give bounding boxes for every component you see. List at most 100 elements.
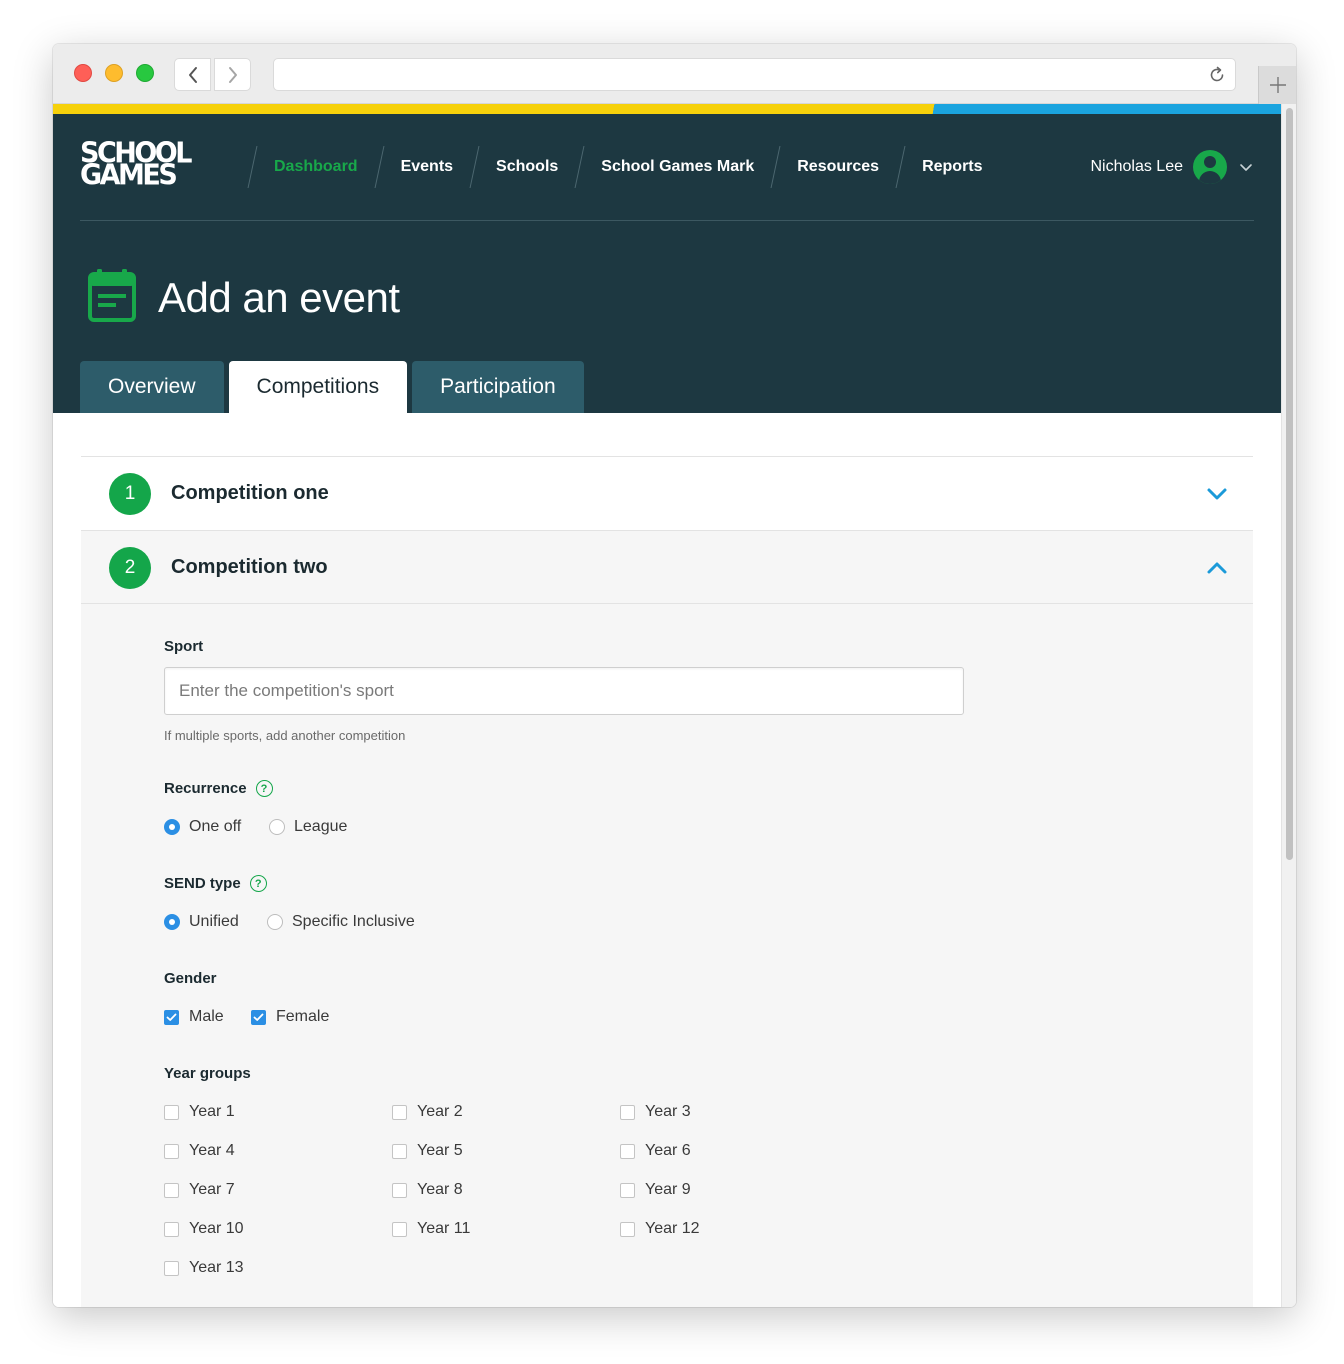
user-name: Nicholas Lee bbox=[1090, 158, 1184, 175]
year-3-checkbox[interactable]: Year 3 bbox=[620, 1103, 691, 1121]
nav-link-dashboard[interactable]: Dashboard bbox=[274, 158, 358, 176]
sport-label: Sport bbox=[164, 638, 204, 655]
nav-item-schools: Schools bbox=[453, 146, 558, 188]
nav-divider bbox=[469, 146, 480, 188]
page-title: Add an event bbox=[158, 274, 400, 321]
competition-two-form: Sport If multiple sports, add another co… bbox=[81, 604, 1253, 1307]
nav-item-events: Events bbox=[358, 146, 453, 188]
radio-button bbox=[269, 819, 285, 835]
radio-button bbox=[267, 914, 283, 930]
year-6-checkbox[interactable]: Year 6 bbox=[620, 1142, 691, 1160]
year-12-checkbox[interactable]: Year 12 bbox=[620, 1220, 700, 1238]
calendar-icon bbox=[88, 269, 136, 322]
competition-two-header[interactable]: 2 Competition two bbox=[81, 530, 1253, 604]
gender-female-checkbox[interactable]: Female bbox=[251, 1008, 329, 1026]
checkbox bbox=[164, 1104, 179, 1120]
nav-item-reports: Reports bbox=[879, 146, 983, 188]
year-4-checkbox[interactable]: Year 4 bbox=[164, 1142, 235, 1160]
chevron-down-icon[interactable] bbox=[1206, 485, 1228, 503]
radio-button bbox=[164, 819, 180, 835]
year-5-checkbox[interactable]: Year 5 bbox=[392, 1142, 463, 1160]
nav-link-school-games-mark[interactable]: School Games Mark bbox=[601, 158, 754, 176]
checkbox bbox=[164, 1182, 179, 1198]
browser-toolbar bbox=[53, 44, 1296, 104]
nav-divider bbox=[247, 146, 258, 188]
year-11-checkbox[interactable]: Year 11 bbox=[392, 1220, 470, 1238]
chevron-up-icon[interactable] bbox=[1206, 559, 1228, 577]
year-1-checkbox[interactable]: Year 1 bbox=[164, 1103, 235, 1121]
browser-forward-button[interactable] bbox=[214, 58, 251, 91]
recurrence-one-off-radio[interactable]: One off bbox=[164, 818, 241, 836]
sport-input[interactable] bbox=[164, 667, 964, 715]
checkmark-icon bbox=[166, 1013, 177, 1021]
checkbox bbox=[620, 1104, 635, 1120]
chevron-right-icon bbox=[228, 66, 237, 83]
user-menu[interactable]: Nicholas Lee bbox=[1091, 150, 1254, 184]
address-bar[interactable] bbox=[273, 58, 1236, 91]
recurrence-league-radio[interactable]: League bbox=[269, 818, 347, 836]
header-divider bbox=[80, 220, 1254, 221]
browser-window: SCHOOL GAMES Dashboard Events Schools Sc… bbox=[53, 44, 1296, 1307]
sport-hint: If multiple sports, add another competit… bbox=[164, 728, 406, 743]
nav-divider bbox=[770, 146, 781, 188]
gender-label: Gender bbox=[164, 970, 217, 987]
year-13-checkbox[interactable]: Year 13 bbox=[164, 1259, 244, 1277]
school-games-logo[interactable]: SCHOOL GAMES bbox=[80, 139, 200, 196]
send-type-unified-radio[interactable]: Unified bbox=[164, 913, 239, 931]
checkbox bbox=[164, 1260, 179, 1276]
checkmark-icon bbox=[253, 1013, 264, 1021]
chevron-left-icon bbox=[188, 66, 197, 83]
year-9-checkbox[interactable]: Year 9 bbox=[620, 1181, 691, 1199]
competition-number-badge: 1 bbox=[109, 473, 151, 515]
checkbox bbox=[620, 1182, 635, 1198]
nav-item-resources: Resources bbox=[754, 146, 879, 188]
page-content: SCHOOL GAMES Dashboard Events Schools Sc… bbox=[53, 114, 1281, 1307]
checkbox bbox=[164, 1221, 179, 1237]
recurrence-label: Recurrence ? bbox=[164, 780, 273, 797]
nav-item-dashboard: Dashboard bbox=[231, 146, 358, 188]
nav-link-schools[interactable]: Schools bbox=[496, 158, 558, 176]
checkbox bbox=[620, 1221, 635, 1237]
checkbox bbox=[164, 1143, 179, 1159]
nav-link-resources[interactable]: Resources bbox=[797, 158, 879, 176]
year-2-checkbox[interactable]: Year 2 bbox=[392, 1103, 463, 1121]
chevron-down-icon bbox=[1240, 164, 1252, 171]
checkbox bbox=[392, 1104, 407, 1120]
help-icon[interactable]: ? bbox=[255, 780, 273, 797]
page-scrollbar[interactable] bbox=[1281, 104, 1296, 1307]
event-tabs: Overview Competitions Participation bbox=[80, 361, 589, 413]
nav-item-school-games-mark: School Games Mark bbox=[558, 146, 754, 188]
competition-title: Competition two bbox=[171, 555, 328, 578]
competition-one-header[interactable]: 1 Competition one bbox=[81, 456, 1253, 530]
competitions-accordion: 1 Competition one 2 Competition two Spor… bbox=[81, 456, 1253, 1307]
year-10-checkbox[interactable]: Year 10 bbox=[164, 1220, 244, 1238]
year-groups-label: Year groups bbox=[164, 1065, 251, 1082]
nav-divider bbox=[374, 146, 385, 188]
zoom-window-button[interactable] bbox=[136, 64, 154, 82]
checkbox bbox=[164, 1009, 179, 1025]
plus-icon bbox=[1269, 77, 1286, 93]
new-tab-button[interactable] bbox=[1258, 66, 1296, 104]
send-type-specific-inclusive-radio[interactable]: Specific Inclusive bbox=[267, 913, 415, 931]
browser-back-button[interactable] bbox=[174, 58, 211, 91]
minimize-window-button[interactable] bbox=[105, 64, 123, 82]
tab-competitions[interactable]: Competitions bbox=[228, 361, 408, 413]
year-8-checkbox[interactable]: Year 8 bbox=[392, 1181, 463, 1199]
competition-number-badge: 2 bbox=[109, 547, 151, 589]
scrollbar-thumb[interactable] bbox=[1286, 108, 1293, 860]
help-icon[interactable]: ? bbox=[249, 875, 267, 892]
tab-participation[interactable]: Participation bbox=[412, 361, 584, 413]
competition-title: Competition one bbox=[171, 482, 329, 504]
close-window-button[interactable] bbox=[74, 64, 92, 82]
nav-divider bbox=[574, 146, 585, 188]
year-7-checkbox[interactable]: Year 7 bbox=[164, 1181, 235, 1199]
logo-line-2: GAMES bbox=[80, 159, 178, 192]
nav-link-events[interactable]: Events bbox=[401, 158, 453, 176]
gender-male-checkbox[interactable]: Male bbox=[164, 1008, 224, 1026]
reload-icon[interactable] bbox=[1207, 65, 1227, 85]
nav-link-reports[interactable]: Reports bbox=[922, 158, 982, 176]
send-type-label: SEND type ? bbox=[164, 875, 267, 892]
site-header: SCHOOL GAMES Dashboard Events Schools Sc… bbox=[53, 114, 1281, 413]
checkbox bbox=[392, 1143, 407, 1159]
tab-overview[interactable]: Overview bbox=[80, 361, 224, 413]
